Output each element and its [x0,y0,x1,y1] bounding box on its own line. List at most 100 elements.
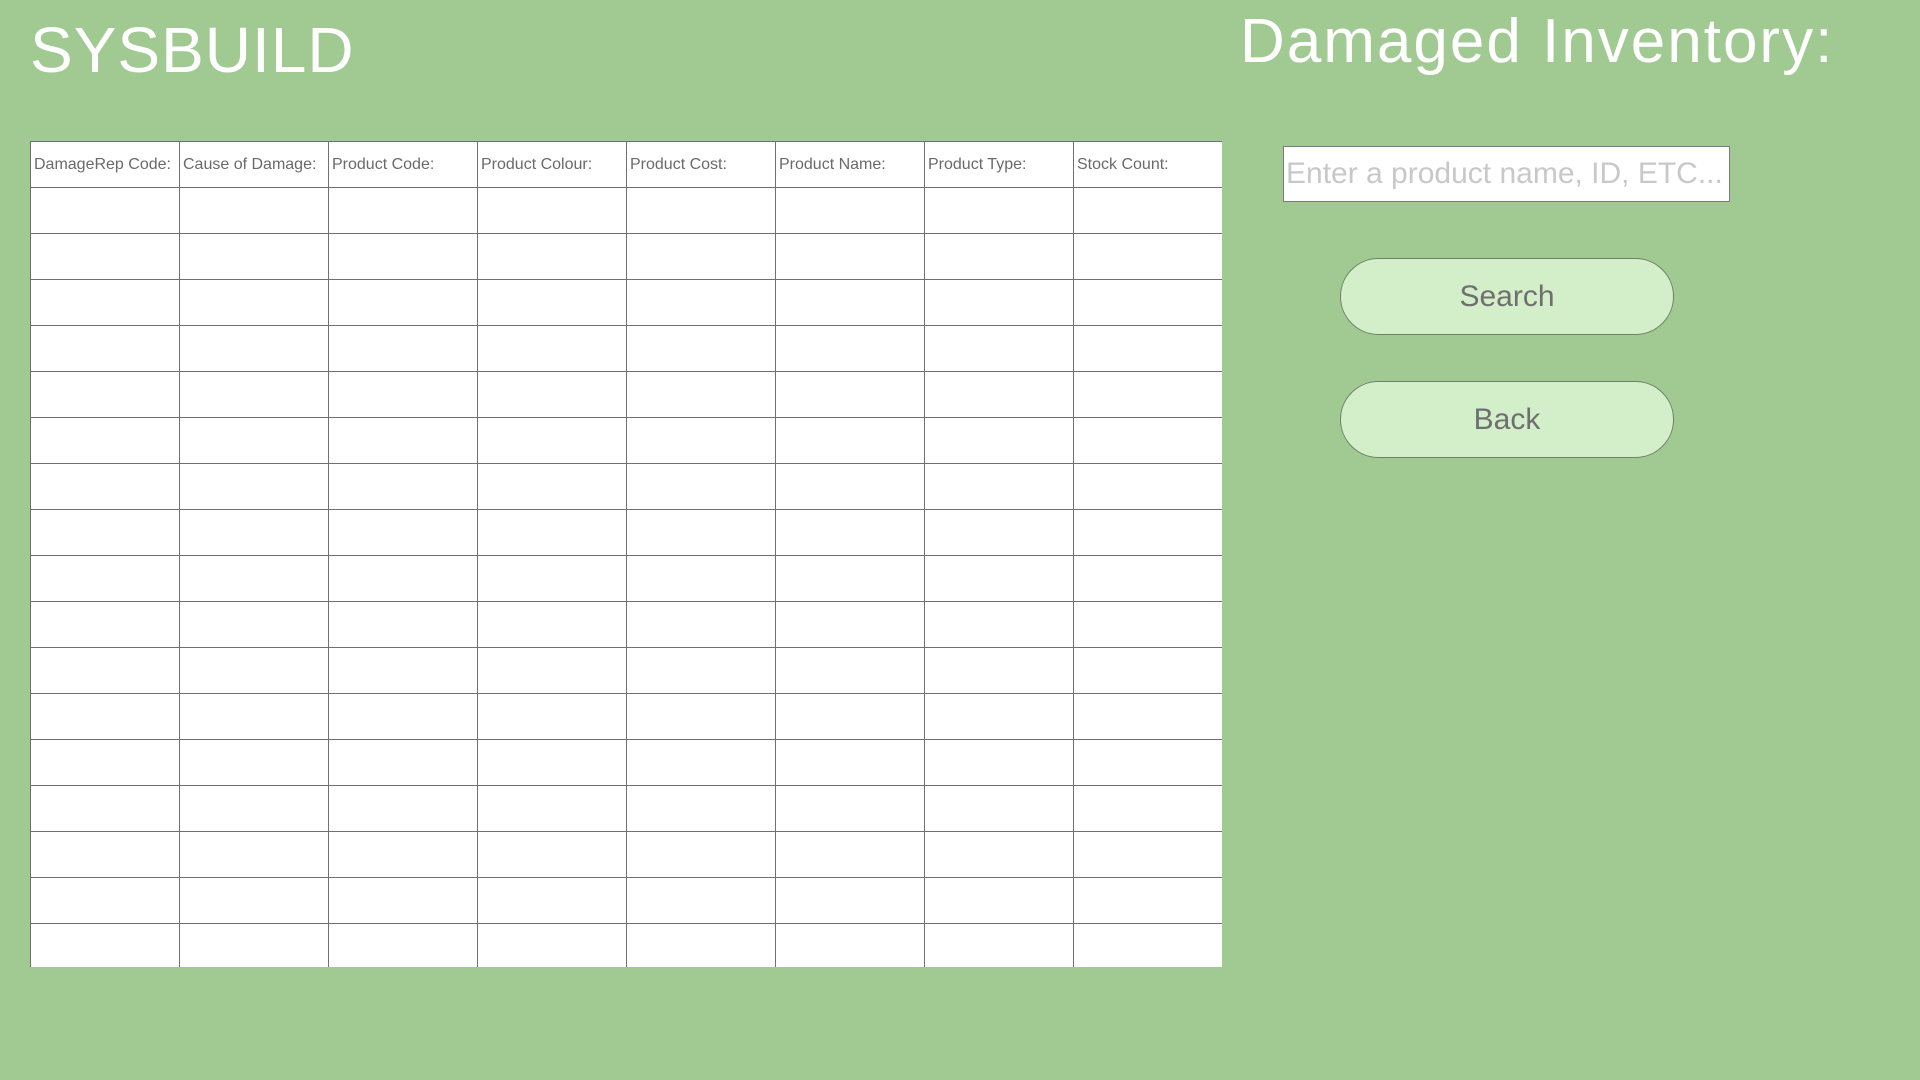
table-cell[interactable] [179,555,329,602]
table-cell[interactable] [924,463,1074,510]
table-cell[interactable] [328,325,478,372]
table-cell[interactable] [1073,233,1222,280]
table-cell[interactable] [1073,187,1222,234]
table-cell[interactable] [179,325,329,372]
table-cell[interactable] [179,509,329,556]
table-row[interactable] [30,923,1222,967]
table-cell[interactable] [626,325,776,372]
table-cell[interactable] [626,371,776,418]
table-cell[interactable] [30,647,180,694]
table-cell[interactable] [775,877,925,924]
search-input[interactable] [1283,146,1730,202]
table-cell[interactable] [179,785,329,832]
table-cell[interactable] [1073,601,1222,648]
table-cell[interactable] [1073,417,1222,464]
table-cell[interactable] [924,509,1074,556]
table-cell[interactable] [775,785,925,832]
table-cell[interactable] [477,187,627,234]
column-header-product-colour[interactable]: Product Colour: [477,141,627,188]
table-cell[interactable] [328,739,478,786]
table-cell[interactable] [328,693,478,740]
table-cell[interactable] [1073,325,1222,372]
table-cell[interactable] [1073,463,1222,510]
table-cell[interactable] [775,417,925,464]
table-cell[interactable] [179,187,329,234]
table-cell[interactable] [179,463,329,510]
table-cell[interactable] [924,785,1074,832]
table-cell[interactable] [30,739,180,786]
damaged-inventory-grid[interactable]: DamageRep Code: Cause of Damage: Product… [30,141,1222,967]
table-cell[interactable] [328,877,478,924]
table-cell[interactable] [179,739,329,786]
table-cell[interactable] [30,187,180,234]
table-cell[interactable] [30,233,180,280]
table-row[interactable] [30,785,1222,832]
table-cell[interactable] [477,509,627,556]
table-cell[interactable] [924,739,1074,786]
table-cell[interactable] [477,923,627,967]
table-cell[interactable] [477,693,627,740]
table-cell[interactable] [477,831,627,878]
table-cell[interactable] [1073,877,1222,924]
back-button[interactable]: Back [1340,381,1674,458]
table-cell[interactable] [1073,923,1222,967]
table-cell[interactable] [477,739,627,786]
table-cell[interactable] [179,693,329,740]
table-cell[interactable] [30,417,180,464]
table-cell[interactable] [775,693,925,740]
table-cell[interactable] [626,693,776,740]
table-row[interactable] [30,463,1222,510]
table-cell[interactable] [328,785,478,832]
table-cell[interactable] [1073,785,1222,832]
table-cell[interactable] [328,647,478,694]
table-cell[interactable] [477,463,627,510]
table-cell[interactable] [179,647,329,694]
column-header-product-cost[interactable]: Product Cost: [626,141,776,188]
table-cell[interactable] [1073,371,1222,418]
table-cell[interactable] [179,233,329,280]
table-row[interactable] [30,601,1222,648]
table-cell[interactable] [477,233,627,280]
table-cell[interactable] [924,555,1074,602]
table-cell[interactable] [328,831,478,878]
table-cell[interactable] [626,279,776,326]
column-header-product-code[interactable]: Product Code: [328,141,478,188]
table-cell[interactable] [179,417,329,464]
table-cell[interactable] [179,923,329,967]
table-cell[interactable] [626,417,776,464]
table-cell[interactable] [30,555,180,602]
table-row[interactable] [30,371,1222,418]
table-cell[interactable] [924,693,1074,740]
table-cell[interactable] [775,923,925,967]
table-row[interactable] [30,693,1222,740]
table-cell[interactable] [775,463,925,510]
table-cell[interactable] [775,233,925,280]
table-cell[interactable] [626,647,776,694]
table-row[interactable] [30,647,1222,694]
table-cell[interactable] [30,601,180,648]
table-cell[interactable] [626,187,776,234]
table-cell[interactable] [477,647,627,694]
table-cell[interactable] [775,279,925,326]
column-header-product-type[interactable]: Product Type: [924,141,1074,188]
column-header-damagerep-code[interactable]: DamageRep Code: [30,141,180,188]
table-cell[interactable] [775,555,925,602]
table-cell[interactable] [477,877,627,924]
table-cell[interactable] [30,693,180,740]
table-row[interactable] [30,555,1222,602]
table-cell[interactable] [30,325,180,372]
column-header-product-name[interactable]: Product Name: [775,141,925,188]
table-cell[interactable] [477,417,627,464]
table-cell[interactable] [179,877,329,924]
table-cell[interactable] [626,601,776,648]
table-cell[interactable] [924,325,1074,372]
table-cell[interactable] [30,463,180,510]
table-cell[interactable] [626,739,776,786]
table-cell[interactable] [328,187,478,234]
table-row[interactable] [30,233,1222,280]
table-cell[interactable] [477,371,627,418]
table-cell[interactable] [30,877,180,924]
table-cell[interactable] [924,417,1074,464]
table-cell[interactable] [775,325,925,372]
table-row[interactable] [30,279,1222,326]
